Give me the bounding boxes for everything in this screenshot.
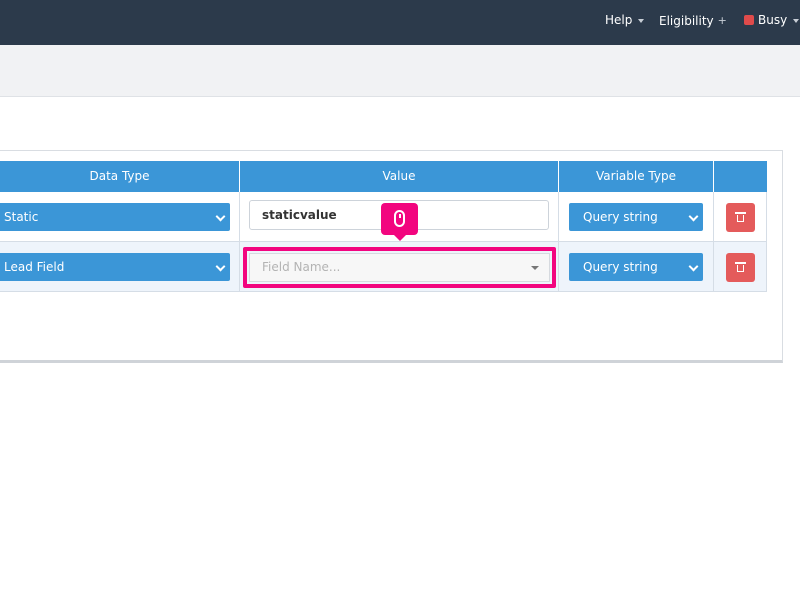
data-type-value: Static bbox=[4, 210, 39, 224]
caret-down-icon bbox=[638, 18, 645, 23]
caret-down-icon bbox=[793, 18, 800, 23]
value-input-text: staticvalue bbox=[262, 208, 337, 222]
data-type-select[interactable]: Static bbox=[0, 203, 230, 231]
nav-eligibility-label: Eligibility bbox=[659, 14, 714, 28]
chevron-down-icon bbox=[688, 211, 699, 222]
chevron-down-icon bbox=[215, 261, 226, 272]
header-actions bbox=[714, 161, 767, 192]
trash-icon bbox=[735, 212, 746, 222]
variable-type-value: Query string bbox=[583, 260, 658, 274]
header-data-type: Data Type bbox=[0, 161, 240, 192]
nav-eligibility-menu[interactable]: Eligibility + bbox=[659, 0, 727, 45]
column-divider bbox=[239, 192, 240, 292]
click-indicator bbox=[381, 203, 418, 241]
trash-icon bbox=[735, 262, 746, 272]
page-subheader bbox=[0, 45, 800, 97]
field-name-placeholder: Field Name... bbox=[262, 260, 341, 274]
top-navbar: Help Eligibility + Busy bbox=[0, 0, 800, 45]
nav-help-label: Help bbox=[605, 13, 633, 27]
chevron-down-icon bbox=[688, 261, 699, 272]
delete-row-button[interactable] bbox=[726, 203, 755, 232]
column-divider bbox=[558, 192, 559, 292]
header-value: Value bbox=[240, 161, 559, 192]
data-type-value: Lead Field bbox=[4, 260, 65, 274]
variable-type-select[interactable]: Query string bbox=[569, 203, 703, 231]
caret-down-icon bbox=[531, 266, 539, 270]
mouse-icon bbox=[394, 210, 405, 227]
nav-help-menu[interactable]: Help bbox=[605, 0, 645, 45]
status-label: Busy bbox=[758, 13, 788, 27]
variable-type-select[interactable]: Query string bbox=[569, 253, 703, 281]
chevron-down-icon bbox=[215, 211, 226, 222]
table-header-row: Data Type Value Variable Type bbox=[0, 161, 767, 192]
field-name-select[interactable]: Field Name... bbox=[249, 253, 550, 282]
column-divider bbox=[766, 192, 767, 292]
variable-type-value: Query string bbox=[583, 210, 658, 224]
data-type-select[interactable]: Lead Field bbox=[0, 253, 230, 281]
header-variable-type: Variable Type bbox=[559, 161, 714, 192]
status-indicator-icon bbox=[744, 15, 754, 25]
plus-icon: + bbox=[717, 14, 727, 27]
column-divider bbox=[713, 192, 714, 292]
status-menu[interactable]: Busy bbox=[744, 0, 800, 45]
delete-row-button[interactable] bbox=[726, 253, 755, 282]
